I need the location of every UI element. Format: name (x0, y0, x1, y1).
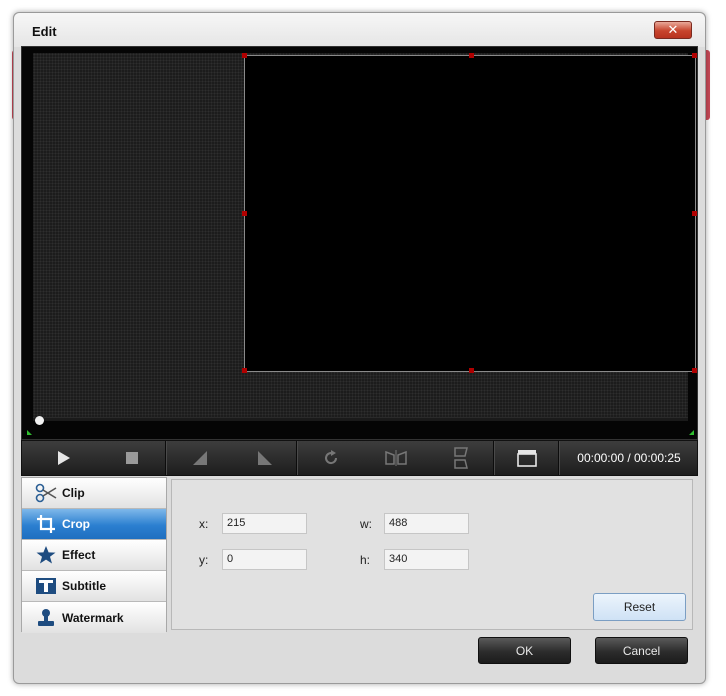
crop-handle-left[interactable] (242, 211, 247, 216)
stamp-icon (35, 607, 57, 629)
crop-h-field[interactable]: 340 (384, 549, 469, 570)
y-label: y: (199, 553, 209, 567)
crop-y-field[interactable]: 0 (222, 549, 307, 570)
snapshot-group (495, 441, 559, 475)
h-label: h: (360, 553, 371, 567)
play-icon (58, 451, 70, 465)
reset-button[interactable]: Reset (593, 593, 686, 621)
crop-handle-bottom[interactable] (469, 368, 474, 373)
playback-toolbar: 00:00:00 / 00:00:25 (21, 440, 698, 476)
crop-handle-top-right[interactable] (692, 53, 697, 58)
scissors-icon (35, 482, 57, 504)
tab-watermark-label: Watermark (62, 610, 124, 625)
crop-handle-top[interactable] (469, 53, 474, 58)
crop-icon (35, 513, 57, 535)
video-frame (33, 53, 697, 417)
mark-group (167, 441, 297, 475)
range-start-marker[interactable] (27, 430, 32, 435)
tab-effect-label: Effect (62, 548, 96, 562)
mark-out-icon (258, 451, 272, 465)
crop-handle-bottom-right[interactable] (692, 368, 697, 373)
flip-horizontal-button[interactable] (366, 441, 426, 475)
tab-subtitle[interactable]: Subtitle (22, 571, 166, 602)
mark-in-icon (193, 451, 207, 465)
mark-in-button[interactable] (170, 441, 230, 475)
tab-watermark[interactable]: Watermark (22, 602, 166, 633)
window-title: Edit (32, 24, 57, 39)
crop-handle-top-left[interactable] (242, 53, 247, 58)
transform-group (298, 441, 494, 475)
crop-rectangle[interactable] (242, 53, 697, 373)
crop-handle-right[interactable] (692, 211, 697, 216)
crop-panel: x: 215 w: 488 y: 0 h: 340 Reset (171, 479, 693, 630)
clapper-icon (517, 450, 537, 467)
tab-effect[interactable]: Effect (22, 540, 166, 571)
stop-button[interactable] (102, 441, 162, 475)
subtitle-icon (35, 575, 57, 597)
star-icon (35, 544, 57, 566)
tab-clip[interactable]: Clip (22, 478, 166, 509)
edit-dialog: Edit ✕ 00:00:00 / 00:00:25 Clip Crop Eff… (13, 12, 706, 684)
tab-crop[interactable]: Crop (22, 509, 166, 540)
seek-bar[interactable] (33, 417, 688, 421)
tab-clip-label: Clip (62, 486, 85, 500)
crop-w-field[interactable]: 488 (384, 513, 469, 534)
flip-vertical-button[interactable] (431, 441, 491, 475)
stop-icon (126, 452, 138, 464)
flip-vertical-icon (454, 447, 468, 469)
aspect-ratio-button[interactable] (497, 441, 557, 475)
crop-x-field[interactable]: 215 (222, 513, 307, 534)
range-end-marker[interactable] (689, 430, 694, 435)
playback-group (22, 441, 166, 475)
tab-crop-label: Crop (62, 517, 90, 531)
w-label: w: (360, 517, 372, 531)
ok-button[interactable]: OK (478, 637, 571, 664)
time-display: 00:00:00 / 00:00:25 (577, 451, 681, 465)
tab-subtitle-label: Subtitle (62, 579, 106, 593)
mark-out-button[interactable] (235, 441, 295, 475)
seek-knob[interactable] (35, 416, 44, 425)
close-button[interactable]: ✕ (654, 21, 692, 39)
x-label: x: (199, 517, 209, 531)
cancel-button[interactable]: Cancel (595, 637, 688, 664)
crop-handle-bottom-left[interactable] (242, 368, 247, 373)
edit-tabs: Clip Crop Effect Subtitle Watermark (21, 477, 167, 633)
rotate-icon (325, 450, 338, 465)
title-bar: Edit ✕ (14, 13, 705, 47)
rotate-button[interactable] (301, 441, 361, 475)
play-button[interactable] (34, 441, 94, 475)
video-preview (21, 46, 698, 440)
flip-horizontal-icon (385, 450, 407, 466)
